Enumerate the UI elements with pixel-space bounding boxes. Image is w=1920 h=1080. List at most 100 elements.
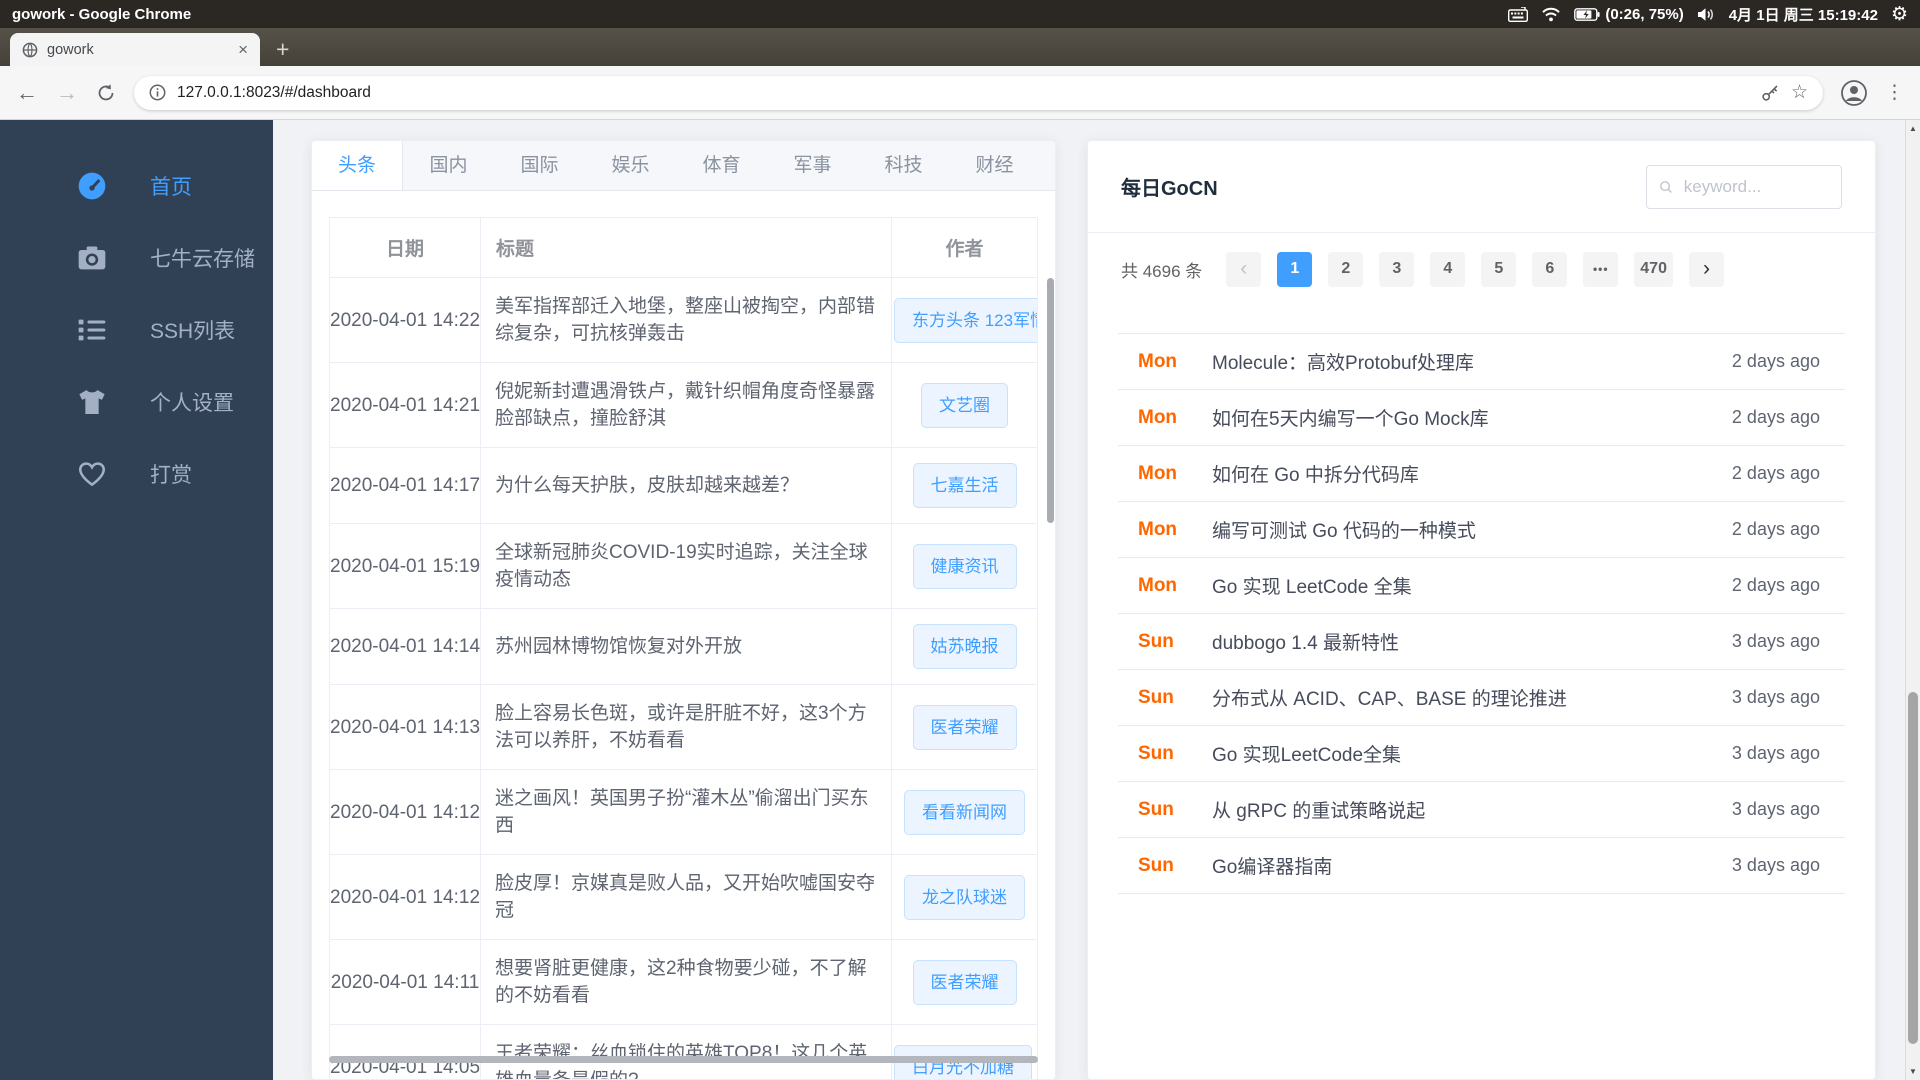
scrollbar-up-arrow-icon[interactable]: ▲ <box>1906 124 1920 133</box>
scrollbar-down-arrow-icon[interactable]: ▼ <box>1906 1067 1920 1076</box>
news-category-tab[interactable]: 体育 <box>676 141 767 190</box>
wifi-icon[interactable] <box>1541 7 1561 22</box>
news-author-cell: 七嘉生活 <box>891 447 1038 524</box>
bookmark-star-icon[interactable]: ☆ <box>1791 83 1808 102</box>
pagination-page-button[interactable]: 4 <box>1430 251 1466 287</box>
table-vertical-scrollbar[interactable] <box>1047 278 1054 523</box>
address-bar[interactable]: 127.0.0.1:8023/#/dashboard ☆ <box>134 75 1823 110</box>
gocn-item-time: 2 days ago <box>1731 575 1820 595</box>
pagination-page-button[interactable]: ••• <box>1583 251 1619 287</box>
window-scrollbar[interactable]: ▲ ▼ <box>1905 120 1920 1080</box>
news-table-row[interactable]: 2020-04-01 14:05 王者荣耀：丝血锁住的英雄TOP8！这几个英雄血… <box>329 1024 1038 1079</box>
sidebar: 首页 七牛云存储 SSH列表 个人设置 打赏 <box>0 120 273 1080</box>
news-table-wrap: 日期 标题 作者 2020-04-01 14:22 美军指挥部迁入地堡，整座山被… <box>329 217 1038 1079</box>
news-table-row[interactable]: 2020-04-01 14:21 倪妮新封遭遇滑铁卢，戴针织帽角度奇怪暴露脸部缺… <box>329 362 1038 448</box>
pagination-page-button[interactable]: 470 <box>1634 251 1673 287</box>
news-table-row[interactable]: 2020-04-01 14:12 迷之画风！英国男子扮“灌木丛”偷溜出门买东西 … <box>329 769 1038 855</box>
news-category-tab[interactable]: 国际 <box>494 141 585 190</box>
news-author-badge[interactable]: 健康资讯 <box>912 543 1017 589</box>
site-info-icon[interactable] <box>149 84 166 101</box>
news-author-badge[interactable]: 看看新闻网 <box>904 789 1025 835</box>
news-table-row[interactable]: 2020-04-01 14:17 为什么每天护肤，皮肤却越来越差？ 七嘉生活 <box>329 447 1038 524</box>
reload-icon[interactable] <box>96 83 116 103</box>
sidebar-item-label: 个人设置 <box>150 392 234 415</box>
tab-title: gowork <box>47 41 94 58</box>
news-title: 为什么每天护肤，皮肤却越来越差？ <box>480 447 892 524</box>
url-text: 127.0.0.1:8023/#/dashboard <box>177 83 371 101</box>
gocn-list-item[interactable]: Sun Go编译器指南 3 days ago <box>1118 838 1845 894</box>
news-table-row[interactable]: 2020-04-01 14:22 美军指挥部迁入地堡，整座山被掏空，内部错综复杂… <box>329 277 1038 363</box>
search-icon <box>1660 180 1672 193</box>
gocn-list-item[interactable]: Mon 编写可测试 Go 代码的一种模式 2 days ago <box>1118 502 1845 558</box>
pagination-page-button[interactable]: 2 <box>1328 251 1364 287</box>
news-author-badge[interactable]: 医者荣耀 <box>912 704 1017 750</box>
news-date: 2020-04-01 14:13 <box>329 684 481 770</box>
gocn-day-label: Sun <box>1138 798 1174 820</box>
sidebar-item-donate[interactable]: 打赏 <box>0 438 273 510</box>
column-header-author: 作者 <box>891 217 1038 278</box>
gocn-search-box[interactable] <box>1646 164 1842 209</box>
sidebar-item-profile-settings[interactable]: 个人设置 <box>0 366 273 438</box>
gocn-list-item[interactable]: Sun dubbogo 1.4 最新特性 3 days ago <box>1118 614 1845 670</box>
news-category-tab[interactable]: 娱乐 <box>585 141 676 190</box>
keyboard-icon[interactable] <box>1508 6 1529 22</box>
session-gear-icon[interactable]: ⚙ <box>1891 5 1908 24</box>
profile-avatar-icon[interactable] <box>1841 79 1867 106</box>
gocn-day-label: Mon <box>1138 462 1178 484</box>
tab-close-icon[interactable]: × <box>238 41 248 58</box>
gocn-list-item[interactable]: Mon Molecule：高效Protobuf处理库 2 days ago <box>1118 334 1845 390</box>
news-title: 美军指挥部迁入地堡，整座山被掏空，内部错综复杂，可抗核弹轰击 <box>480 277 892 363</box>
news-table-row[interactable]: 2020-04-01 15:19 全球新冠肺炎COVID-19实时追踪，关注全球… <box>329 523 1038 609</box>
pagination-page-button[interactable]: 5 <box>1481 251 1517 287</box>
news-author-cell: 看看新闻网 <box>891 769 1038 855</box>
news-table-row[interactable]: 2020-04-01 14:12 脸皮厚！京媒真是败人品，又开始吹嘘国安夺冠 龙… <box>329 854 1038 940</box>
battery-indicator[interactable]: (0:26, 75%) <box>1574 6 1684 23</box>
pagination-prev-button[interactable]: ‹ <box>1226 251 1262 287</box>
news-category-tab[interactable]: 财经 <box>949 141 1040 190</box>
forward-icon[interactable]: → <box>56 81 78 104</box>
sidebar-item-ssh-list[interactable]: SSH列表 <box>0 294 273 366</box>
password-key-icon[interactable] <box>1761 83 1780 102</box>
pagination-page-button[interactable]: 3 <box>1379 251 1415 287</box>
gocn-list-item[interactable]: Mon Go 实现 LeetCode 全集 2 days ago <box>1118 558 1845 614</box>
scrollbar-thumb[interactable] <box>1908 692 1918 1044</box>
gocn-day-label: Mon <box>1138 518 1178 540</box>
sidebar-item-label: 首页 <box>150 176 192 199</box>
gocn-list-item[interactable]: Sun 从 gRPC 的重试策略说起 3 days ago <box>1118 782 1845 838</box>
browser-menu-icon[interactable]: ⋮ <box>1885 83 1904 102</box>
news-author-badge[interactable]: 七嘉生活 <box>912 463 1017 508</box>
new-tab-button[interactable]: + <box>276 38 289 61</box>
news-author-badge[interactable]: 东方头条 123军情 <box>894 297 1037 343</box>
search-input[interactable] <box>1681 175 1829 198</box>
news-table-row[interactable]: 2020-04-01 14:14 苏州园林博物馆恢复对外开放 姑苏晚报 <box>329 608 1038 685</box>
news-author-badge[interactable]: 龙之队球迷 <box>904 874 1025 920</box>
news-category-tab[interactable]: 军事 <box>767 141 858 190</box>
clock[interactable]: 4月 1日 周三 15:19:42 <box>1729 4 1878 25</box>
gocn-item-title: dubbogo 1.4 最新特性 <box>1212 633 1399 654</box>
browser-tab[interactable]: gowork × <box>10 33 260 66</box>
news-author-badge[interactable]: 医者荣耀 <box>912 959 1017 1005</box>
news-category-tab[interactable]: 国内 <box>403 141 494 190</box>
gocn-list-item[interactable]: Mon 如何在5天内编写一个Go Mock库 2 days ago <box>1118 390 1845 446</box>
gocn-day-label: Sun <box>1138 630 1174 652</box>
sidebar-item-qiniu-storage[interactable]: 七牛云存储 <box>0 222 273 294</box>
news-date: 2020-04-01 14:22 <box>329 277 481 363</box>
news-table-row[interactable]: 2020-04-01 14:11 想要肾脏更健康，这2种食物要少碰，不了解的不妨… <box>329 939 1038 1025</box>
news-author-badge[interactable]: 文艺圈 <box>921 382 1008 428</box>
gocn-list-item[interactable]: Mon 如何在 Go 中拆分代码库 2 days ago <box>1118 446 1845 502</box>
pagination-page-button[interactable]: 1 <box>1277 251 1313 287</box>
gocn-list-item[interactable]: Sun Go 实现LeetCode全集 3 days ago <box>1118 726 1845 782</box>
news-category-tab[interactable]: 科技 <box>858 141 949 190</box>
news-category-tab[interactable]: 头条 <box>312 141 403 190</box>
sidebar-item-home[interactable]: 首页 <box>0 150 273 222</box>
pagination-next-button[interactable]: › <box>1688 251 1724 287</box>
pagination-page-button[interactable]: 6 <box>1532 251 1568 287</box>
news-author-badge[interactable]: 姑苏晚报 <box>912 624 1017 669</box>
gocn-list-item[interactable]: Sun 分布式从 ACID、CAP、BASE 的理论推进 3 days ago <box>1118 670 1845 726</box>
gocn-day-label: Mon <box>1138 574 1178 596</box>
news-table-row[interactable]: 2020-04-01 14:13 脸上容易长色斑，或许是肝脏不好，这3个方法可以… <box>329 684 1038 770</box>
back-icon[interactable]: ← <box>16 81 38 104</box>
volume-icon[interactable] <box>1697 7 1716 22</box>
table-horizontal-scrollbar[interactable] <box>329 1056 1038 1063</box>
list-icon <box>78 319 106 341</box>
